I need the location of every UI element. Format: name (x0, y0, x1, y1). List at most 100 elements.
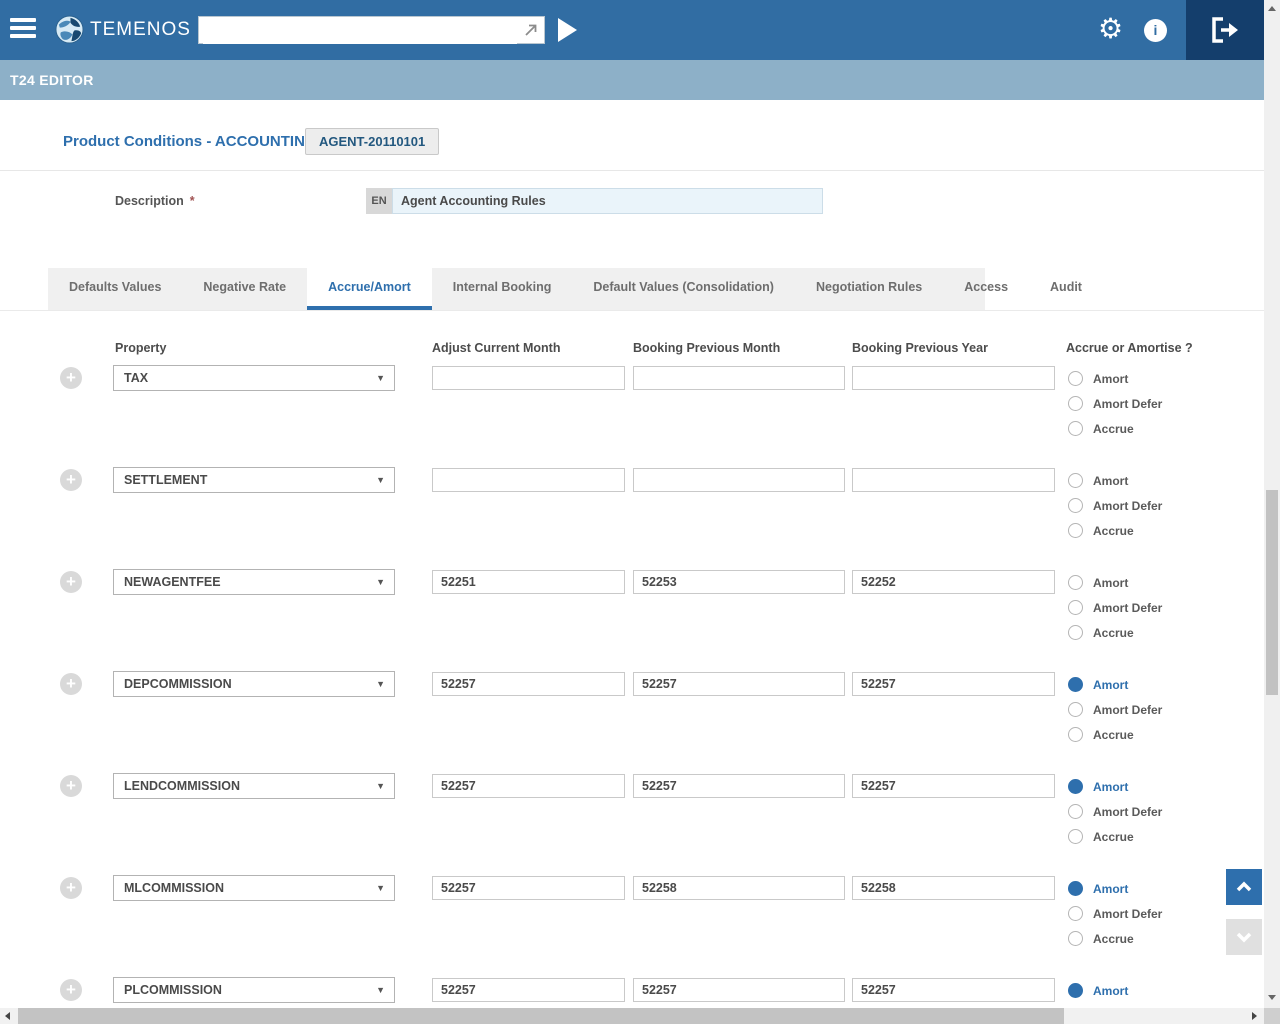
radio-amort[interactable]: Amort (1068, 472, 1162, 489)
add-row-button[interactable]: + (60, 367, 82, 389)
radio-amort-defer[interactable]: Amort Defer (1068, 803, 1162, 820)
booking-previous-year-input[interactable] (852, 774, 1055, 798)
radio-amort-defer[interactable]: Amort Defer (1068, 599, 1162, 616)
plus-icon: + (66, 980, 76, 999)
required-marker: * (190, 194, 195, 208)
radio-amort-selected[interactable]: Amort (1068, 778, 1162, 795)
add-row-button[interactable]: + (60, 571, 82, 593)
expand-arrow-icon[interactable] (523, 22, 539, 38)
horizontal-scrollbar[interactable] (0, 1008, 1264, 1024)
scroll-down-button[interactable] (1226, 919, 1262, 955)
radio-accrue[interactable]: Accrue (1068, 930, 1162, 947)
adjust-current-month-input[interactable] (432, 468, 625, 492)
booking-previous-month-input[interactable] (633, 366, 845, 390)
scrollbar-left-arrow-icon[interactable] (5, 1012, 10, 1020)
adjust-current-month-input[interactable] (432, 366, 625, 390)
radio-amort-defer[interactable]: Amort Defer (1068, 701, 1162, 718)
booking-previous-month-input[interactable] (633, 672, 845, 696)
radio-amort-defer[interactable]: Amort Defer (1068, 497, 1162, 514)
booking-previous-year-input[interactable] (852, 468, 1055, 492)
booking-previous-year-input[interactable] (852, 570, 1055, 594)
radio-amort-selected[interactable]: Amort (1068, 880, 1162, 897)
booking-previous-year-input[interactable] (852, 876, 1055, 900)
add-row-button[interactable]: + (60, 775, 82, 797)
add-row-button[interactable]: + (60, 979, 82, 1001)
description-input[interactable] (392, 188, 823, 214)
tab-accrue-amort[interactable]: Accrue/Amort (307, 268, 432, 310)
tab-internal-booking[interactable]: Internal Booking (432, 268, 573, 310)
plus-icon: + (66, 368, 76, 387)
temenos-globe-icon (55, 15, 84, 44)
accrue-amortise-radio-group: Amort Amort Defer Accrue (1068, 880, 1162, 955)
property-select[interactable]: SETTLEMENT ▼ (113, 467, 395, 493)
radio-accrue[interactable]: Accrue (1068, 522, 1162, 539)
radio-accrue[interactable]: Accrue (1068, 420, 1162, 437)
property-select[interactable]: LENDCOMMISSION ▼ (113, 773, 395, 799)
chevron-down-icon: ▼ (376, 978, 385, 1002)
property-select[interactable]: NEWAGENTFEE ▼ (113, 569, 395, 595)
booking-previous-month-input[interactable] (633, 876, 845, 900)
radio-accrue[interactable]: Accrue (1068, 828, 1162, 845)
scrollbar-right-arrow-icon[interactable] (1252, 1012, 1257, 1020)
adjust-current-month-input[interactable] (432, 876, 625, 900)
booking-previous-year-input[interactable] (852, 366, 1055, 390)
radio-amort-defer[interactable]: Amort Defer (1068, 905, 1162, 922)
booking-previous-month-input[interactable] (633, 978, 845, 1002)
radio-accrue[interactable]: Accrue (1068, 726, 1162, 743)
radio-circle (1068, 421, 1083, 436)
property-select[interactable]: TAX ▼ (113, 365, 395, 391)
scrollbar-down-arrow-icon[interactable] (1268, 995, 1276, 1000)
tab-default-values-consolidation[interactable]: Default Values (Consolidation) (572, 268, 795, 310)
menu-icon[interactable] (10, 18, 36, 42)
booking-previous-year-input[interactable] (852, 672, 1055, 696)
adjust-current-month-input[interactable] (432, 774, 625, 798)
vertical-scrollbar-thumb[interactable] (1266, 490, 1278, 695)
radio-circle (1068, 371, 1083, 386)
info-icon[interactable]: i (1144, 19, 1167, 42)
property-select[interactable]: DEPCOMMISSION ▼ (113, 671, 395, 697)
tab-access[interactable]: Access (943, 268, 1029, 310)
adjust-current-month-input[interactable] (432, 978, 625, 1002)
chevron-up-icon (1232, 875, 1256, 899)
property-select[interactable]: MLCOMMISSION ▼ (113, 875, 395, 901)
sign-out-button[interactable] (1186, 0, 1264, 60)
property-row: + NEWAGENTFEE ▼ Amort Amort Defer Accrue (0, 569, 1264, 669)
scrollbar-up-arrow-icon[interactable] (1268, 6, 1276, 11)
radio-amort-selected[interactable]: Amort (1068, 676, 1162, 693)
booking-previous-month-input[interactable] (633, 570, 845, 594)
plus-icon: + (66, 878, 76, 897)
tab-defaults-values[interactable]: Defaults Values (48, 268, 182, 310)
tab-negative-rate[interactable]: Negative Rate (182, 268, 307, 310)
plus-icon: + (66, 776, 76, 795)
tab-negotiation-rules[interactable]: Negotiation Rules (795, 268, 943, 310)
property-row: + PLCOMMISSION ▼ Amort Amort Defer Accru… (0, 977, 1264, 1008)
booking-previous-month-input[interactable] (633, 468, 845, 492)
adjust-current-month-input[interactable] (432, 672, 625, 696)
gear-icon[interactable]: ⚙ (1098, 0, 1123, 60)
add-row-button[interactable]: + (60, 469, 82, 491)
radio-amort-defer[interactable]: Amort Defer (1068, 395, 1162, 412)
radio-amort-selected[interactable]: Amort (1068, 982, 1162, 999)
search-input[interactable] (203, 18, 517, 44)
property-select[interactable]: PLCOMMISSION ▼ (113, 977, 395, 1003)
add-row-button[interactable]: + (60, 877, 82, 899)
radio-circle (1068, 625, 1083, 640)
accrue-amortise-radio-group: Amort Amort Defer Accrue (1068, 472, 1162, 547)
plus-icon: + (66, 572, 76, 591)
go-button[interactable] (558, 18, 577, 42)
property-row: + MLCOMMISSION ▼ Amort Amort Defer Accru… (0, 875, 1264, 975)
accrue-amortise-radio-group: Amort Amort Defer Accrue (1068, 676, 1162, 751)
add-row-button[interactable]: + (60, 673, 82, 695)
booking-previous-month-input[interactable] (633, 774, 845, 798)
scroll-to-top-button[interactable] (1226, 869, 1262, 905)
radio-amort[interactable]: Amort (1068, 574, 1162, 591)
vertical-scrollbar[interactable] (1264, 0, 1280, 1008)
radio-amort[interactable]: Amort (1068, 370, 1162, 387)
tab-audit[interactable]: Audit (1029, 268, 1103, 310)
booking-previous-year-input[interactable] (852, 978, 1055, 1002)
radio-circle (1068, 881, 1083, 896)
horizontal-scrollbar-thumb[interactable] (18, 1008, 1064, 1024)
radio-accrue[interactable]: Accrue (1068, 624, 1162, 641)
property-row: + LENDCOMMISSION ▼ Amort Amort Defer Acc… (0, 773, 1264, 873)
adjust-current-month-input[interactable] (432, 570, 625, 594)
